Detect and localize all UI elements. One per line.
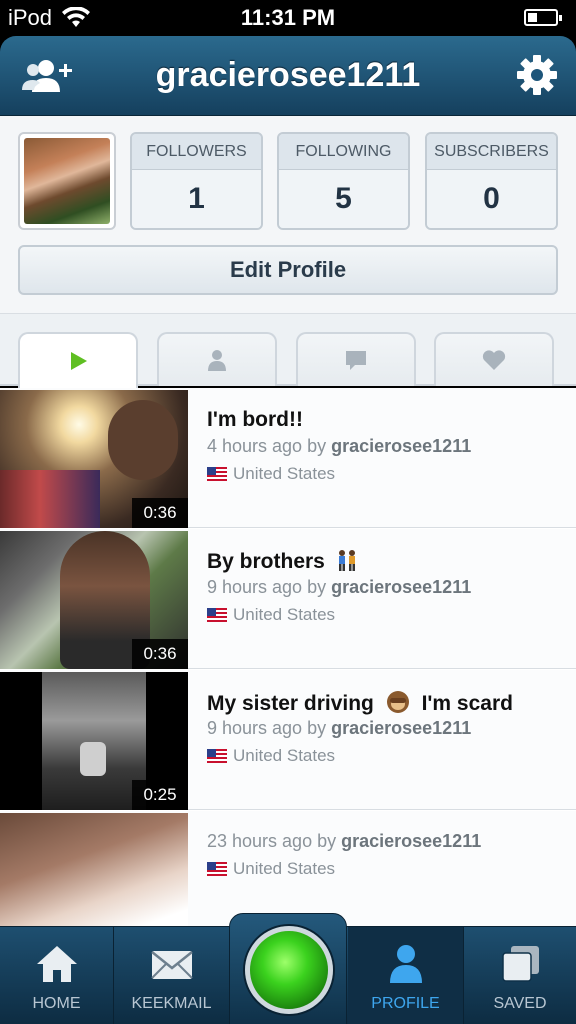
- subscribers-count: 0: [427, 170, 556, 228]
- video-time: 9 hours ago by: [207, 577, 327, 597]
- tab-videos[interactable]: [18, 332, 138, 388]
- video-author[interactable]: gracierosee1211: [331, 718, 471, 738]
- bottom-nav: HOME KEEKMAIL PROFILE SAVED: [0, 913, 576, 1024]
- profile-icon: [389, 945, 422, 983]
- saved-icon: [502, 946, 539, 982]
- record-button[interactable]: [245, 926, 333, 1014]
- tab-people[interactable]: [157, 332, 277, 386]
- followers-stat[interactable]: FOLLOWERS 1: [130, 132, 263, 230]
- following-stat[interactable]: FOLLOWING 5: [277, 132, 410, 230]
- video-title: I'm bord!!: [207, 408, 303, 431]
- location-label: United States: [233, 746, 336, 765]
- avatar[interactable]: [18, 132, 116, 230]
- following-count: 5: [279, 170, 408, 228]
- location-label: United States: [233, 605, 336, 624]
- brothers-emoji-icon: [338, 550, 355, 571]
- gear-icon[interactable]: [516, 54, 558, 96]
- video-author[interactable]: gracierosee1211: [331, 577, 471, 597]
- video-thumbnail[interactable]: [0, 813, 188, 926]
- nav-home[interactable]: HOME: [0, 927, 113, 1024]
- person-icon: [208, 350, 226, 371]
- subscribers-stat[interactable]: SUBSCRIBERS 0: [425, 132, 558, 230]
- video-title-suffix: I'm scard: [421, 692, 513, 715]
- nav-keekmail[interactable]: KEEKMAIL: [114, 927, 229, 1024]
- list-item[interactable]: 0:36 By brothers 9 hours ago by graciero…: [0, 529, 576, 669]
- page-title: gracierosee1211: [155, 56, 421, 94]
- video-title: By brothers: [207, 549, 359, 574]
- video-title: My sister driving I'm scard: [207, 690, 513, 716]
- us-flag-icon: [207, 862, 227, 876]
- video-meta: 23 hours ago by gracierosee1211: [207, 831, 481, 852]
- video-title-text: By brothers: [207, 550, 325, 573]
- profile-panel: FOLLOWERS 1 FOLLOWING 5 SUBSCRIBERS 0 Ed…: [0, 116, 576, 314]
- video-duration: 0:36: [132, 639, 188, 669]
- video-location: United States: [207, 464, 335, 484]
- followers-count: 1: [132, 170, 261, 228]
- record-area: [229, 913, 347, 1024]
- tab-likes[interactable]: [434, 332, 554, 386]
- location-label: United States: [233, 464, 336, 483]
- monkey-emoji-icon: [386, 691, 409, 713]
- video-time: 23 hours ago by: [207, 831, 337, 851]
- video-thumbnail[interactable]: 0:36: [0, 531, 188, 669]
- play-icon: [71, 352, 87, 370]
- video-author[interactable]: gracierosee1211: [341, 831, 481, 851]
- nav-saved[interactable]: SAVED: [464, 927, 576, 1024]
- nav-profile[interactable]: PROFILE: [348, 927, 463, 1024]
- nav-saved-label: SAVED: [493, 995, 547, 1012]
- video-time: 4 hours ago by: [207, 436, 327, 456]
- video-thumbnail[interactable]: 0:25: [0, 672, 188, 810]
- video-list: 0:36 I'm bord!! 4 hours ago by gracieros…: [0, 388, 576, 926]
- list-item[interactable]: 0:36 I'm bord!! 4 hours ago by gracieros…: [0, 388, 576, 528]
- video-duration: 0:36: [132, 498, 188, 528]
- us-flag-icon: [207, 749, 227, 763]
- nav-profile-label: PROFILE: [371, 995, 440, 1012]
- tab-comments[interactable]: [296, 332, 416, 386]
- home-icon: [36, 946, 77, 982]
- location-label: United States: [233, 859, 336, 878]
- followers-label: FOLLOWERS: [132, 134, 261, 170]
- mail-icon: [150, 951, 193, 979]
- list-item[interactable]: 0:25 My sister driving I'm scard 9 hours…: [0, 670, 576, 810]
- video-meta: 4 hours ago by gracierosee1211: [207, 436, 471, 457]
- status-time: 11:31 PM: [240, 5, 336, 30]
- following-label: FOLLOWING: [279, 134, 408, 170]
- video-time: 9 hours ago by: [207, 718, 327, 738]
- video-location: United States: [207, 605, 335, 625]
- video-location: United States: [207, 746, 335, 766]
- video-author[interactable]: gracierosee1211: [331, 436, 471, 456]
- video-title-text: My sister driving: [207, 692, 374, 715]
- content-tabs: [0, 314, 576, 388]
- profile-header: gracierosee1211: [0, 36, 576, 116]
- edit-profile-button[interactable]: Edit Profile: [18, 245, 558, 295]
- video-duration: 0:25: [132, 780, 188, 810]
- subscribers-label: SUBSCRIBERS: [427, 134, 556, 170]
- video-meta: 9 hours ago by gracierosee1211: [207, 718, 471, 739]
- us-flag-icon: [207, 467, 227, 481]
- nav-keekmail-label: KEEKMAIL: [131, 995, 212, 1012]
- list-item[interactable]: 23 hours ago by gracierosee1211 United S…: [0, 811, 576, 926]
- video-thumbnail[interactable]: 0:36: [0, 390, 188, 528]
- battery-icon: [524, 9, 562, 26]
- status-bar: iPod 11:31 PM: [0, 0, 576, 36]
- us-flag-icon: [207, 608, 227, 622]
- heart-icon: [482, 350, 506, 370]
- comment-icon: [346, 351, 366, 370]
- video-meta: 9 hours ago by gracierosee1211: [207, 577, 471, 598]
- nav-home-label: HOME: [32, 995, 81, 1012]
- avatar-image: [24, 138, 110, 224]
- video-location: United States: [207, 859, 335, 879]
